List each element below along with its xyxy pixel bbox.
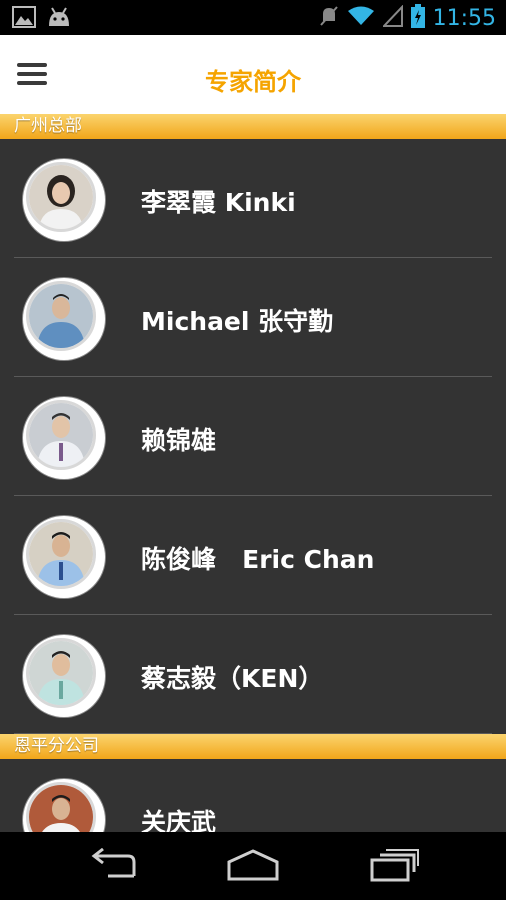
back-icon[interactable]: [88, 847, 138, 886]
status-bar: 11:55: [0, 0, 506, 35]
expert-name: Michael 张守勤: [141, 307, 334, 336]
expert-name: 蔡志毅（KEN）: [141, 664, 324, 693]
avatar: [23, 635, 105, 717]
avatar: [23, 397, 105, 479]
avatar: [23, 278, 105, 360]
battery-icon: [410, 4, 425, 32]
status-time: 11:55: [432, 5, 496, 31]
divider: [14, 733, 492, 734]
avatar: [23, 159, 105, 241]
expert-name: 陈俊峰 Eric Chan: [141, 545, 375, 574]
section-header-enping: 恩平分公司: [0, 734, 506, 759]
android-icon: [46, 6, 72, 32]
section-header-guangzhou: 广州总部: [0, 114, 506, 139]
expert-list[interactable]: 广州总部 李翠霞 Kinki Michael 张守勤 赖锦雄 陈俊峰 Eric …: [0, 114, 506, 832]
gallery-icon: [12, 6, 36, 32]
home-icon[interactable]: [226, 848, 280, 886]
list-item[interactable]: 李翠霞 Kinki: [0, 139, 506, 258]
page-title: 专家简介: [205, 68, 301, 96]
app-header: 专家简介: [0, 35, 506, 114]
list-item[interactable]: 蔡志毅（KEN）: [0, 615, 506, 734]
list-item[interactable]: 陈俊峰 Eric Chan: [0, 496, 506, 615]
avatar: [23, 779, 105, 832]
expert-name: 关庆武: [141, 808, 217, 832]
system-nav-bar: [0, 832, 506, 900]
wifi-icon: [347, 5, 375, 31]
list-item[interactable]: 赖锦雄: [0, 377, 506, 496]
expert-name: 赖锦雄: [141, 426, 217, 455]
expert-name: 李翠霞 Kinki: [141, 188, 296, 217]
avatar: [23, 516, 105, 598]
mute-icon: [319, 5, 339, 31]
list-item[interactable]: 关庆武: [0, 759, 506, 832]
signal-icon: [381, 4, 403, 31]
recent-apps-icon[interactable]: [370, 848, 420, 886]
list-item[interactable]: Michael 张守勤: [0, 258, 506, 377]
